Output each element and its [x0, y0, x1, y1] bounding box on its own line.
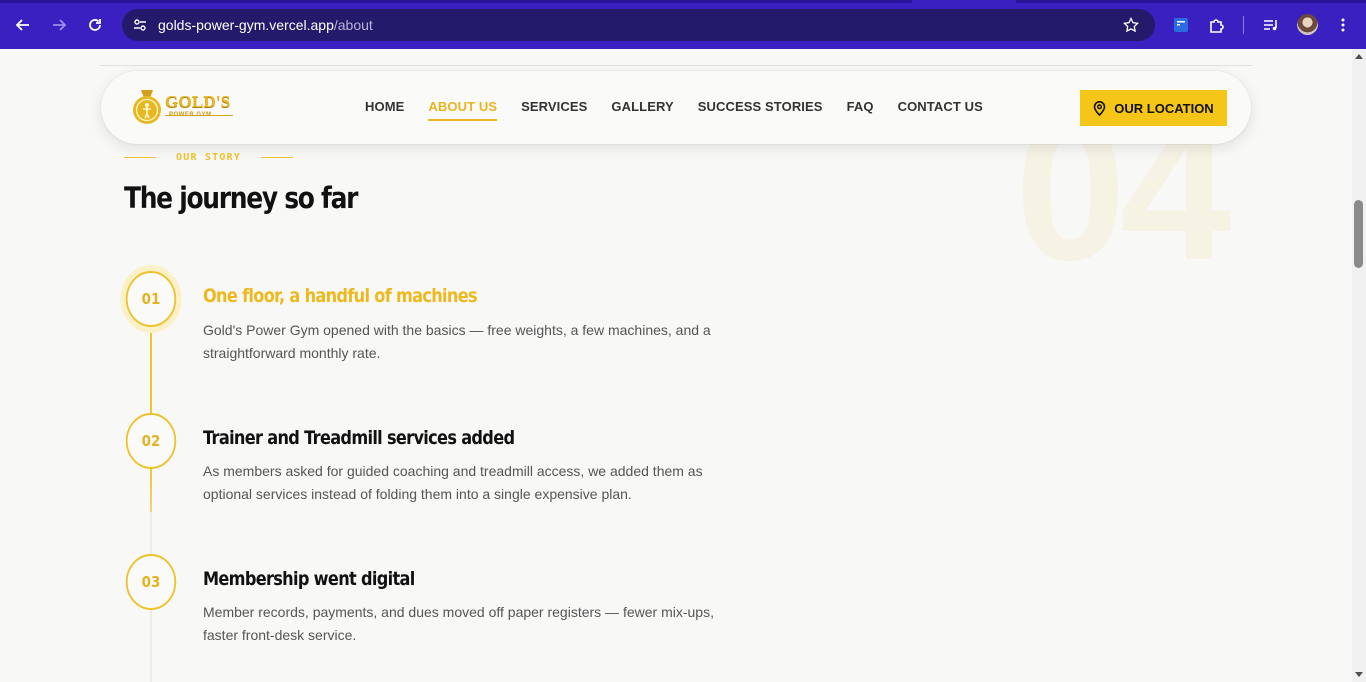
nav-services[interactable]: SERVICES — [521, 99, 587, 114]
forward-button[interactable] — [44, 10, 74, 40]
top-divider — [100, 65, 1252, 66]
step-number-1: 01 — [125, 271, 177, 327]
extensions-menu-button[interactable] — [1202, 10, 1232, 40]
kebab-menu-icon — [1341, 18, 1345, 32]
step-description-2: As members asked for guided coaching and… — [203, 463, 703, 502]
bookmark-star-icon[interactable] — [1121, 15, 1141, 35]
gym-logo[interactable]: GOLD'S POWER GYM — [129, 84, 239, 130]
playlist-icon — [1264, 20, 1277, 31]
url-path: /about — [333, 17, 373, 33]
step-title-2: Trainer and Treadmill services added — [203, 427, 515, 449]
logo-tagline: POWER GYM — [169, 112, 212, 118]
our-location-label: OUR LOCATION — [1114, 100, 1214, 116]
browser-menu-button[interactable] — [1328, 10, 1358, 40]
tab-strip — [0, 0, 1366, 3]
address-bar[interactable]: golds-power-gym.vercel.app/about — [122, 9, 1155, 41]
step-number-2: 02 — [125, 413, 177, 469]
step-description-3: Member records, payments, and dues moved… — [203, 604, 714, 643]
scroll-down-arrow[interactable] — [1355, 672, 1363, 677]
back-button[interactable] — [8, 10, 38, 40]
eyebrow-text: OUR STORY — [176, 152, 241, 163]
reload-button[interactable] — [80, 10, 110, 40]
nav-about-us[interactable]: ABOUT US — [428, 99, 497, 121]
medal-logo-icon — [133, 90, 161, 124]
section-heading: The journey so far — [124, 181, 358, 215]
url-host: golds-power-gym.vercel.app — [158, 17, 334, 33]
arrow-right-icon — [53, 19, 67, 31]
extension-app-icon — [1174, 18, 1188, 32]
media-control-button[interactable] — [1256, 10, 1286, 40]
scroll-up-arrow[interactable] — [1355, 54, 1363, 59]
nav-success-stories[interactable]: SUCCESS STORIES — [698, 99, 823, 114]
extension-button[interactable] — [1166, 10, 1196, 40]
browser-toolbar: golds-power-gym.vercel.app/about — [0, 0, 1366, 49]
step-title-3: Membership went digital — [203, 568, 415, 590]
profile-avatar[interactable] — [1297, 14, 1318, 35]
arrow-left-icon — [15, 19, 29, 31]
url-text: golds-power-gym.vercel.app/about — [158, 17, 373, 33]
nav-faq[interactable]: FAQ — [847, 99, 874, 114]
map-pin-icon — [1093, 100, 1106, 116]
toolbar-divider — [1243, 16, 1244, 34]
nav-contact-us[interactable]: CONTACT US — [898, 99, 983, 114]
section-eyebrow: OUR STORY — [124, 152, 293, 163]
step-description-1: Gold's Power Gym opened with the basics … — [203, 322, 711, 361]
page-scrollbar[interactable] — [1352, 49, 1366, 682]
timeline-connector-2b — [150, 512, 152, 555]
nav-gallery[interactable]: GALLERY — [611, 99, 673, 114]
primary-nav: HOME ABOUT US SERVICES GALLERY SUCCESS S… — [365, 99, 1007, 121]
active-tab-indicator — [912, 0, 1016, 3]
eyebrow-line-right — [261, 157, 293, 158]
step-number-3: 03 — [125, 554, 177, 610]
timeline-connector-3 — [150, 610, 152, 682]
timeline-connector-2 — [150, 469, 152, 512]
eyebrow-line-left — [124, 157, 156, 158]
page-viewport: 04 GOLD'S POWER GYM HOME ABOUT US SERVIC… — [0, 49, 1352, 682]
timeline-connector-1 — [150, 327, 152, 413]
site-settings-icon[interactable] — [130, 15, 150, 35]
our-location-button[interactable]: OUR LOCATION — [1080, 90, 1227, 126]
nav-home[interactable]: HOME — [365, 99, 404, 114]
step-title-1: One floor, a handful of machines — [203, 285, 478, 307]
logo-wordmark: GOLD'S — [165, 92, 231, 111]
scrollbar-thumb[interactable] — [1354, 200, 1363, 268]
reload-icon — [89, 19, 101, 31]
site-navbar: GOLD'S POWER GYM HOME ABOUT US SERVICES … — [101, 71, 1251, 144]
puzzle-icon — [1210, 19, 1224, 33]
